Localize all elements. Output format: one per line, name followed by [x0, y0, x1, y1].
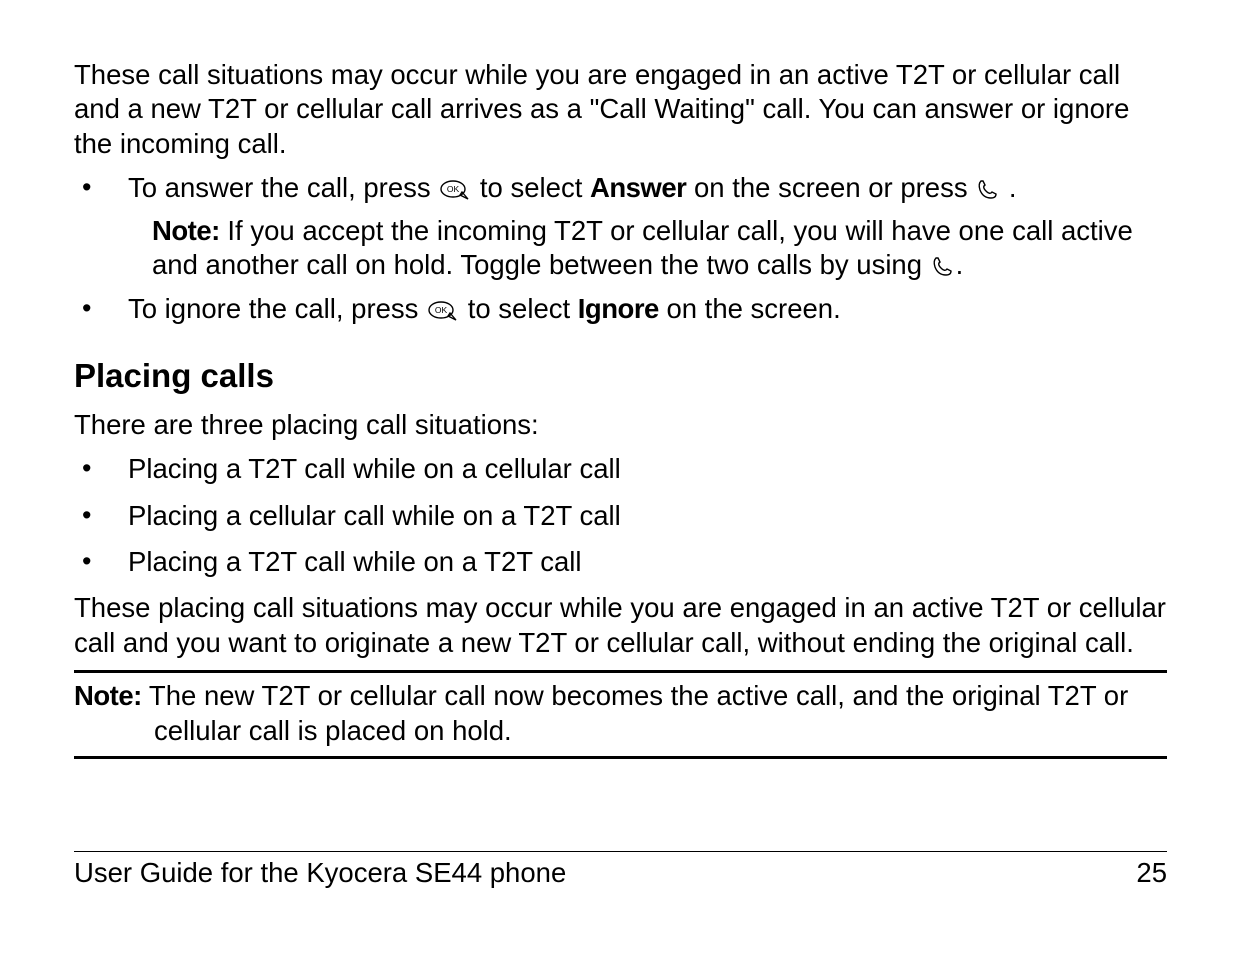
footer-rule	[74, 851, 1167, 852]
note-box: Note: The new T2T or cellular call now b…	[74, 670, 1167, 759]
page-footer: User Guide for the Kyocera SE44 phone 25	[74, 851, 1167, 890]
placing-paragraph: These placing call situations may occur …	[74, 591, 1167, 660]
talk-handset-icon	[932, 255, 954, 277]
text: to select	[480, 172, 590, 203]
text: .	[1009, 172, 1017, 203]
text: .	[956, 249, 964, 280]
bullet-ignore: To ignore the call, press OK to select I…	[74, 292, 1167, 326]
svg-text:OK: OK	[435, 305, 448, 315]
text: on the screen.	[666, 293, 840, 324]
footer-title: User Guide for the Kyocera SE44 phone	[74, 856, 566, 890]
list-item: Placing a T2T call while on a T2T call	[74, 545, 1167, 579]
text: on the screen or press	[694, 172, 975, 203]
talk-handset-icon	[977, 178, 999, 200]
intro-paragraph: These call situations may occur while yo…	[74, 58, 1167, 161]
answer-ignore-list: To answer the call, press OK to select A…	[74, 171, 1167, 327]
answer-label: Answer	[590, 172, 686, 203]
text: To ignore the call, press	[128, 293, 426, 324]
ignore-label: Ignore	[578, 293, 659, 324]
note-inline: Note: If you accept the incoming T2T or …	[152, 214, 1167, 283]
ok-bubble-icon: OK	[428, 301, 458, 321]
bullet-answer: To answer the call, press OK to select A…	[74, 171, 1167, 282]
text: to select	[468, 293, 578, 324]
ok-bubble-icon: OK	[440, 180, 470, 200]
list-item: Placing a cellular call while on a T2T c…	[74, 499, 1167, 533]
list-item: Placing a T2T call while on a cellular c…	[74, 452, 1167, 486]
note-label: Note:	[152, 215, 220, 246]
page-number: 25	[1136, 856, 1167, 890]
note-text: The new T2T or cellular call now becomes…	[142, 680, 1128, 745]
note-label: Note:	[74, 680, 142, 711]
svg-text:OK: OK	[447, 184, 460, 194]
section-heading-placing-calls: Placing calls	[74, 355, 1167, 396]
page: These call situations may occur while yo…	[0, 0, 1235, 954]
placing-list: Placing a T2T call while on a cellular c…	[74, 452, 1167, 579]
placing-intro: There are three placing call situations:	[74, 408, 1167, 442]
text: If you accept the incoming T2T or cellul…	[152, 215, 1133, 280]
text: To answer the call, press	[128, 172, 438, 203]
